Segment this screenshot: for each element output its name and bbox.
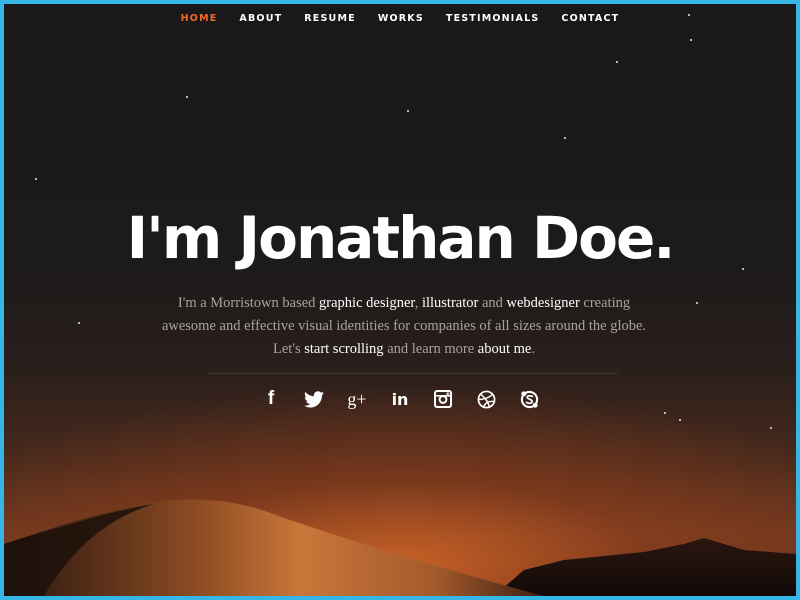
divider [208,373,618,374]
illustrator-highlight: illustrator [421,295,479,311]
nav-item-works[interactable]: WORKS [378,13,424,24]
intro-text-segment: and learn more [383,341,478,357]
skype-icon[interactable] [518,388,540,410]
instagram-icon[interactable] [432,388,454,410]
graphic-designer-highlight: graphic designer [319,295,415,311]
social-links: f g+ in [4,388,796,410]
twitter-icon[interactable] [303,388,325,410]
hero-title: I'm Jonathan Doe. [126,204,676,272]
google-plus-icon[interactable]: g+ [346,388,368,410]
hero-intro-text: I'm a Morristown based graphic designer,… [154,292,654,361]
intro-text-segment: . [531,341,535,357]
intro-text-segment: and [478,295,507,311]
about-me-link[interactable]: about me [478,341,532,357]
linkedin-icon[interactable]: in [389,388,411,410]
page-frame: HOME ABOUT RESUME WORKS TESTIMONIALS CON… [4,4,796,596]
main-nav: HOME ABOUT RESUME WORKS TESTIMONIALS CON… [4,13,796,24]
webdesigner-highlight: webdesigner [506,295,580,311]
start-scrolling-link[interactable]: start scrolling [304,341,383,357]
facebook-icon[interactable]: f [260,388,282,410]
nav-item-about[interactable]: ABOUT [239,13,282,24]
nav-item-contact[interactable]: CONTACT [561,13,619,24]
nav-item-testimonials[interactable]: TESTIMONIALS [446,13,540,24]
intro-text-segment: I'm a Morristown based [177,295,320,311]
nav-item-resume[interactable]: RESUME [304,13,356,24]
intro-text-segment: , [414,295,422,311]
nav-item-home[interactable]: HOME [181,13,218,24]
dribbble-icon[interactable] [475,388,497,410]
